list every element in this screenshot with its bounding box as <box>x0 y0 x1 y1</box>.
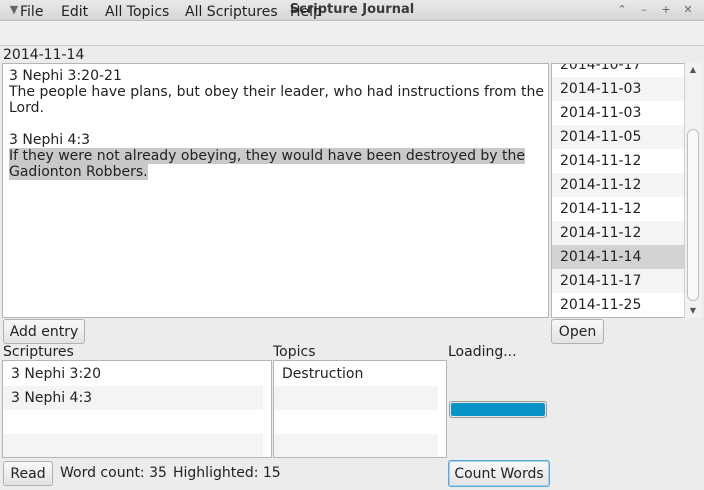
scriptures-label: Scriptures <box>3 344 74 360</box>
entry-date-label: 2014-11-14 <box>3 47 85 63</box>
add-entry-button[interactable]: Add entry <box>3 319 85 344</box>
topic-item[interactable]: Destruction <box>274 362 438 386</box>
loading-progress-bar <box>449 401 547 418</box>
close-icon[interactable]: ✕ <box>680 2 696 18</box>
read-button[interactable]: Read <box>3 461 53 486</box>
topics-label: Topics <box>273 344 316 360</box>
menu-all-scriptures[interactable]: All Scriptures <box>185 4 278 20</box>
list-row-empty <box>274 410 438 434</box>
loading-label: Loading... <box>448 344 517 360</box>
date-list-item[interactable]: 2014-11-25 <box>552 293 685 317</box>
progress-fill <box>451 403 545 416</box>
entry-line: 3 Nephi 3:20-21 <box>9 68 122 84</box>
date-list-item[interactable]: 2014-11-12 <box>552 173 685 197</box>
open-button[interactable]: Open <box>551 319 604 344</box>
date-list-item-selected[interactable]: 2014-11-14 <box>552 245 685 269</box>
date-list-item[interactable]: 2014-11-12 <box>552 221 685 245</box>
date-list-item[interactable]: 2014-11-03 <box>552 77 685 101</box>
date-list-item[interactable]: 2014-11-05 <box>552 125 685 149</box>
minimize-icon[interactable]: – <box>636 2 652 18</box>
entry-line: The people have plans, but obey their le… <box>9 84 544 100</box>
entry-line-highlighted: Gadionton Robbers. <box>9 164 148 180</box>
date-list-item[interactable]: 2014-11-12 <box>552 149 685 173</box>
highlighted-count-label: Highlighted: 15 <box>173 465 281 481</box>
scripture-item[interactable]: 3 Nephi 3:20 <box>3 362 263 386</box>
entry-line: 3 Nephi 4:3 <box>9 132 91 148</box>
menu-edit[interactable]: Edit <box>61 4 88 20</box>
scroll-down-icon[interactable]: ▼ <box>684 305 702 317</box>
scroll-up-icon[interactable]: ▲ <box>684 64 702 76</box>
scripture-item[interactable]: 3 Nephi 4:3 <box>3 386 263 410</box>
entry-text-area[interactable] <box>2 63 549 318</box>
menu-file[interactable]: File <box>20 4 43 20</box>
topics-list[interactable]: Destruction <box>273 360 447 458</box>
entry-line-highlighted: If they were not already obeying, they w… <box>9 148 525 164</box>
date-list-item[interactable]: 2014-11-03 <box>552 101 685 125</box>
list-row-empty <box>3 434 263 457</box>
entry-line: Lord. <box>9 100 44 116</box>
count-words-button[interactable]: Count Words <box>448 460 550 487</box>
menu-help[interactable]: Help <box>290 4 322 20</box>
date-list-item[interactable]: 2014-11-17 <box>552 269 685 293</box>
list-row-empty <box>3 410 263 434</box>
shade-icon[interactable]: ⌃ <box>614 2 630 18</box>
scroll-thumb[interactable] <box>687 129 699 301</box>
word-count-label: Word count: 35 <box>60 465 167 481</box>
date-list-item[interactable]: 2014-11-12 <box>552 197 685 221</box>
maximize-icon[interactable]: + <box>658 2 674 18</box>
date-list-item[interactable]: 2014-10-17 <box>552 64 685 77</box>
menu-bar <box>0 21 704 46</box>
list-row-empty <box>274 386 438 410</box>
date-list[interactable]: 2014-10-17 2014-11-03 2014-11-03 2014-11… <box>551 63 702 318</box>
menu-all-topics[interactable]: All Topics <box>105 4 169 20</box>
list-row-empty <box>274 434 438 457</box>
scriptures-list[interactable]: 3 Nephi 3:20 3 Nephi 4:3 <box>2 360 272 458</box>
